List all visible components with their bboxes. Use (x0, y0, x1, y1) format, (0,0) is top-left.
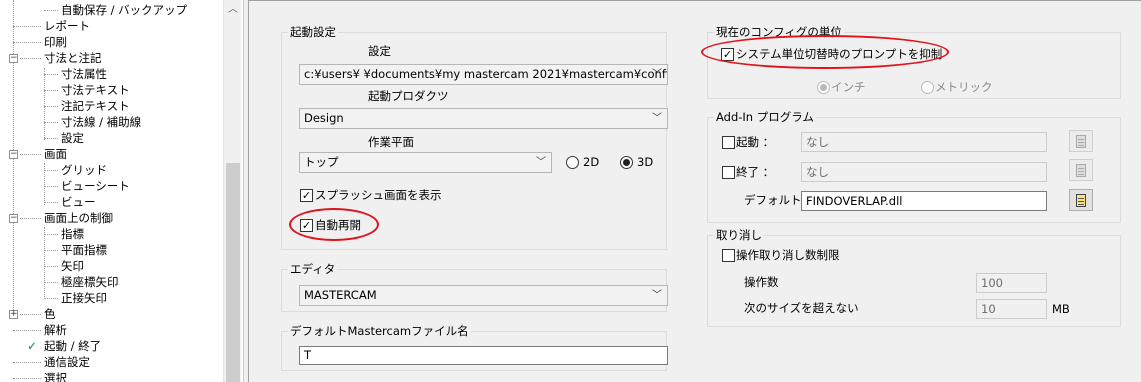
tree-item-dimensions[interactable]: 寸法と注記 (43, 50, 103, 66)
tree-item-screen[interactable]: 画面 (43, 146, 68, 162)
tree-guide (44, 68, 45, 140)
tree-item-dim-settings[interactable]: 設定 (60, 130, 85, 146)
editor-group-label: エディタ (288, 262, 338, 276)
editor-value: MASTERCAM (304, 288, 377, 302)
tree-item-viewsheet[interactable]: ビューシート (60, 178, 131, 194)
scroll-up-icon[interactable]: ︿ (224, 2, 242, 18)
undo-limit-checkbox[interactable] (722, 249, 735, 262)
tree-item-plane-indicator[interactable]: 平面指標 (60, 242, 108, 258)
tree-item-polar-arrow[interactable]: 極座標矢印 (60, 274, 120, 290)
config-file-dropdown[interactable]: c:¥users¥ ¥documents¥my mastercam 2021¥m… (299, 64, 668, 85)
document-icon (1076, 194, 1086, 207)
tree-item-dim-text[interactable]: 寸法テキスト (60, 82, 131, 98)
tree-item-onscreen-controls[interactable]: 画面上の制御 (43, 210, 114, 226)
editor-dropdown[interactable]: MASTERCAM ﹀ (299, 285, 668, 306)
tree-item-color[interactable]: 色 (43, 306, 57, 322)
chevron-down-icon: ﹀ (536, 157, 546, 168)
undo-size-field[interactable]: 10 (976, 299, 1047, 319)
unit-metric-label: メトリック (935, 80, 993, 94)
undo-group-label: 取り消し (714, 228, 764, 242)
collapse-icon[interactable]: − (9, 150, 18, 159)
product-dropdown[interactable]: Design ﹀ (299, 108, 668, 129)
tree-item-autosave[interactable]: 自動保存 / バックアップ (60, 2, 188, 18)
addin-exit-checkbox[interactable] (722, 166, 735, 179)
tree-item-print[interactable]: 印刷 (43, 34, 68, 50)
highlight-ring (289, 208, 379, 241)
undo-size-label: 次のサイズを超えない (744, 301, 859, 315)
undo-limit-label[interactable]: 操作取り消し数制限 (736, 248, 840, 262)
unit-metric-radio[interactable] (921, 81, 934, 94)
addin-exit-label[interactable]: 終了 ： (736, 165, 774, 179)
addin-exit-browse-button[interactable] (1069, 159, 1093, 181)
chevron-down-icon: ﹀ (652, 113, 662, 124)
unit-inch-radio[interactable] (817, 81, 830, 94)
tree-item-indicator[interactable]: 指標 (60, 226, 85, 242)
mode-2d-label[interactable]: 2D (583, 155, 599, 169)
tree-item-tangent-arrow[interactable]: 正接矢印 (60, 290, 108, 306)
mode-2d-radio[interactable] (566, 156, 579, 169)
unit-inch-label: インチ (831, 80, 866, 94)
tree-item-view[interactable]: ビュー (60, 194, 97, 210)
addin-startup-field[interactable]: なし (801, 132, 1047, 152)
default-file-input[interactable]: T (299, 346, 668, 365)
tree-item-arrow[interactable]: 矢印 (60, 258, 85, 274)
highlight-ring (701, 35, 949, 69)
addin-group-label: Add-In プログラム (714, 110, 816, 124)
addin-startup-label[interactable]: 起動 ： (736, 135, 774, 149)
startup-group-label: 起動設定 (288, 25, 338, 39)
addin-startup-checkbox[interactable] (722, 136, 735, 149)
undo-size-unit: MB (1052, 302, 1070, 316)
tree-item-dim-lines[interactable]: 寸法線 / 補助線 (60, 114, 142, 130)
default-file-group-label: デフォルトMastercamファイル名 (288, 324, 471, 338)
settings-page: 起動設定 設定 c:¥users¥ ¥documents¥my masterca… (248, 0, 1141, 382)
addin-default-field[interactable]: FINDOVERLAP.dll (801, 191, 1047, 211)
tree-guide (44, 227, 45, 299)
splash-checkbox[interactable]: ✓ (300, 189, 313, 202)
chevron-down-icon: ﹀ (652, 69, 662, 80)
addin-default-label: デフォルト (744, 193, 802, 207)
undo-ops-label: 操作数 (744, 275, 779, 289)
addin-exit-field[interactable]: なし (801, 162, 1047, 182)
chevron-down-icon: ﹀ (652, 290, 662, 301)
tree-item-startup-exit[interactable]: 起動 / 終了 (43, 338, 102, 354)
tree-item-dim-attr[interactable]: 寸法属性 (60, 66, 108, 82)
tree-item-grid[interactable]: グリッド (60, 162, 108, 178)
plane-dropdown[interactable]: トップ ﹀ (299, 152, 552, 173)
tree-item-analysis[interactable]: 解析 (43, 322, 68, 338)
splash-label[interactable]: スプラッシュ画面を表示 (315, 188, 442, 202)
product-value: Design (304, 111, 344, 125)
plane-label: 作業平面 (368, 135, 414, 149)
tree-item-selection[interactable]: 選択 (43, 370, 68, 382)
tree-item-note-text[interactable]: 注記テキスト (60, 98, 131, 114)
addin-default-browse-button[interactable] (1069, 189, 1093, 211)
tree-item-report[interactable]: レポート (43, 18, 91, 34)
undo-ops-field[interactable]: 100 (976, 273, 1047, 293)
tree-item-communications[interactable]: 通信設定 (43, 354, 91, 370)
config-file-value: c:¥users¥ ¥documents¥my mastercam 2021¥m… (304, 67, 668, 81)
addin-startup-browse-button[interactable] (1069, 130, 1093, 152)
collapse-icon[interactable]: − (9, 214, 18, 223)
product-label: 起動プロダクツ (368, 89, 449, 103)
document-icon (1076, 135, 1086, 148)
collapse-icon[interactable]: − (9, 54, 18, 63)
scrollbar-thumb[interactable] (226, 163, 240, 382)
tree-scrollbar[interactable]: ︿ (223, 0, 241, 382)
document-icon (1076, 164, 1086, 177)
mode-3d-radio[interactable] (620, 156, 633, 169)
plane-value: トップ (304, 155, 339, 169)
check-icon: ✓ (27, 339, 38, 353)
config-label: 設定 (368, 44, 391, 58)
settings-tree[interactable]: 自動保存 / バックアップ レポート 印刷 − 寸法と注記 寸法属性 寸法テキス… (0, 0, 244, 382)
tree-guide (13, 0, 14, 318)
expand-icon[interactable]: + (9, 310, 18, 319)
mode-3d-label[interactable]: 3D (637, 155, 653, 169)
